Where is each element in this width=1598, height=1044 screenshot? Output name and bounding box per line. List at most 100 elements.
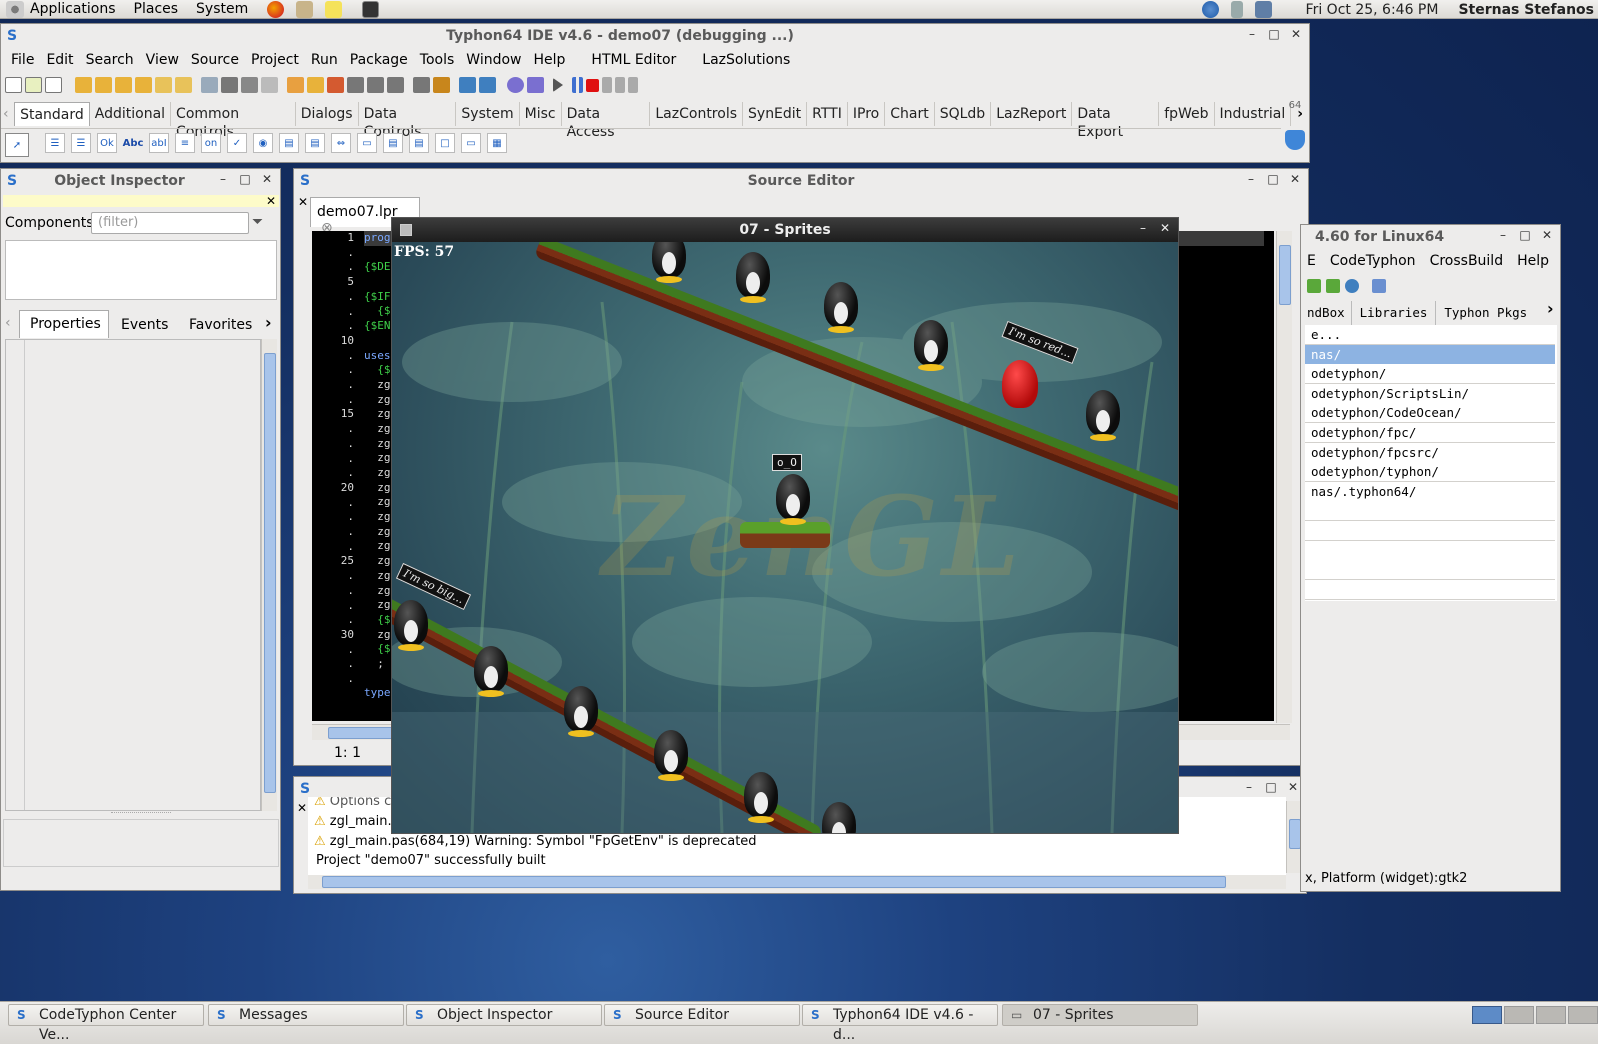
sprites-canvas[interactable]: ZenGL I'm so red... I'm so big... o_O FP… xyxy=(392,242,1178,833)
close-icon[interactable]: ✕ xyxy=(1288,172,1302,186)
maximize-icon[interactable]: □ xyxy=(1264,780,1278,794)
maximize-icon[interactable]: □ xyxy=(1267,27,1281,41)
tscrollbar-icon[interactable]: ⇔ xyxy=(331,133,351,153)
ctc-tabs-right-icon[interactable]: › xyxy=(1547,299,1554,318)
minimize-icon[interactable]: – xyxy=(1245,27,1259,41)
menu-package[interactable]: Package xyxy=(344,52,414,68)
workspace-1[interactable] xyxy=(1472,1006,1502,1024)
save-icon[interactable] xyxy=(221,77,238,93)
tradiogroup-icon[interactable]: ▤ xyxy=(383,133,403,153)
ttogglebox-icon[interactable]: on xyxy=(201,133,221,153)
message-line[interactable]: ⚠ zgl_main.pas(684,19) Warning: Symbol "… xyxy=(314,834,757,849)
palette-tab-ipro[interactable]: IPro xyxy=(848,102,886,126)
workspace-4[interactable] xyxy=(1568,1006,1598,1024)
units-icon[interactable] xyxy=(347,77,364,93)
tab-events[interactable]: Events xyxy=(113,317,176,333)
tlabel-icon[interactable]: Abc xyxy=(123,133,144,153)
tcombobox-icon[interactable]: ▤ xyxy=(305,133,325,153)
firefox-icon[interactable] xyxy=(267,0,285,18)
task-messages[interactable]: S Messages xyxy=(208,1004,404,1026)
download-arrow-icon[interactable] xyxy=(1285,130,1305,150)
typhon-tray-icon[interactable] xyxy=(1201,1,1219,18)
tmemo-icon[interactable]: ≡ xyxy=(175,133,195,153)
path-list-item[interactable] xyxy=(1305,579,1555,600)
menu-project[interactable]: Project xyxy=(245,52,305,68)
terminal-icon[interactable] xyxy=(362,0,380,18)
path-list-item[interactable]: odetyphon/typhon/ xyxy=(1305,462,1555,483)
close-page-icon[interactable]: ✕ xyxy=(298,195,308,209)
selection-pointer-icon[interactable]: ➚ xyxy=(5,133,29,157)
property-grid[interactable] xyxy=(5,339,261,811)
path-list-item[interactable]: nas/ xyxy=(1305,344,1555,365)
menu-tools[interactable]: Tools xyxy=(414,52,461,68)
step-into-icon[interactable] xyxy=(602,77,612,93)
path-list-item[interactable]: e... xyxy=(1305,325,1555,345)
forms-icon[interactable] xyxy=(367,77,384,93)
message-line[interactable]: Project "demo07" successfully built xyxy=(316,853,546,868)
volume-icon[interactable] xyxy=(1230,1,1243,18)
path-list-item[interactable]: odetyphon/fpcsrc/ xyxy=(1305,442,1555,463)
compile-icon[interactable] xyxy=(327,77,344,93)
attach-icon[interactable] xyxy=(527,77,544,93)
sprites-titlebar[interactable]: 07 - Sprites – ✕ xyxy=(392,218,1178,242)
tgroupbox-icon[interactable]: ▭ xyxy=(357,133,377,153)
workspace-switcher[interactable] xyxy=(1472,1006,1598,1024)
palette-tab-system[interactable]: System xyxy=(456,102,520,126)
path-list-item[interactable]: odetyphon/fpc/ xyxy=(1305,423,1555,443)
refresh-icon[interactable] xyxy=(1345,279,1359,293)
path-list-item[interactable] xyxy=(1305,540,1555,561)
inspector-tabs-right-icon[interactable]: › xyxy=(265,313,272,332)
workspace-3[interactable] xyxy=(1536,1006,1566,1024)
tlistbox-icon[interactable]: ▤ xyxy=(279,133,299,153)
user-name[interactable]: Sternas Stefanos xyxy=(1458,2,1594,18)
palette-tab-sqldb[interactable]: SQLdb xyxy=(935,102,992,126)
palette-tab-fpweb[interactable]: fpWeb xyxy=(1159,102,1215,126)
close-icon[interactable]: ✕ xyxy=(1158,221,1172,235)
menu-file[interactable]: File xyxy=(1,52,40,68)
clock[interactable]: Fri Oct 25, 6:46 PM xyxy=(1306,2,1439,18)
new-unit-icon[interactable] xyxy=(45,77,62,93)
palette-tab-misc[interactable]: Misc xyxy=(520,102,562,126)
path-list-item[interactable]: nas/.typhon64/ xyxy=(1305,481,1555,502)
add-icon[interactable] xyxy=(155,77,172,93)
messages-hscroll[interactable] xyxy=(308,875,1286,889)
tpanel-icon[interactable]: □ xyxy=(435,133,455,153)
palette-tab-data-export[interactable]: Data Export xyxy=(1072,102,1160,140)
task-source-editor[interactable]: S Source Editor xyxy=(604,1004,800,1026)
remove-icon[interactable] xyxy=(175,77,192,93)
editor-vscroll-thumb[interactable] xyxy=(1279,245,1291,305)
close-icon[interactable]: ✕ xyxy=(1540,228,1554,242)
gear-icon[interactable] xyxy=(507,77,524,93)
task-sprites[interactable]: ▭ 07 - Sprites xyxy=(1002,1004,1198,1026)
save-all-icon[interactable] xyxy=(241,77,258,93)
path-list-item[interactable] xyxy=(1305,560,1555,581)
debug-icon[interactable] xyxy=(413,77,430,93)
inspector-tabs-left-icon[interactable]: ‹ xyxy=(5,315,11,331)
open-recent-icon[interactable] xyxy=(95,77,112,93)
components-tree[interactable] xyxy=(5,240,277,300)
new-file-icon[interactable] xyxy=(5,77,22,93)
palette-tab-data-access[interactable]: Data Access xyxy=(562,102,651,140)
green-build-icon[interactable] xyxy=(1326,279,1340,293)
menu-edit[interactable]: Edit xyxy=(40,52,79,68)
tedit-icon[interactable]: abI xyxy=(149,133,169,153)
palette-tab-additional[interactable]: Additional xyxy=(90,102,172,126)
ctc-titlebar[interactable]: 4.60 for Linux64 – □ ✕ xyxy=(1301,225,1560,249)
run-icon[interactable] xyxy=(553,78,563,92)
minimize-icon[interactable]: – xyxy=(216,172,230,186)
build-icon[interactable] xyxy=(307,77,324,93)
typhon-icon[interactable] xyxy=(1372,279,1386,293)
object-inspector-titlebar[interactable]: S Object Inspector – □ ✕ xyxy=(1,169,280,193)
close-icon[interactable]: ✕ xyxy=(266,194,276,208)
tab-typhon-pkgs[interactable]: Typhon Pkgs xyxy=(1436,301,1535,325)
path-list-item[interactable]: odetyphon/CodeOcean/ xyxy=(1305,403,1555,424)
palette-tab-lazreport[interactable]: LazReport xyxy=(991,102,1073,126)
menu-applications[interactable]: Applications xyxy=(30,0,125,18)
messages-hscroll-thumb[interactable] xyxy=(322,876,1226,888)
view-units-icon[interactable] xyxy=(201,77,218,93)
tactionlist-icon[interactable]: ▦ xyxy=(487,133,507,153)
menu-crossbuild[interactable]: CrossBuild xyxy=(1430,253,1504,269)
menu-view[interactable]: View xyxy=(140,52,185,68)
step-over-icon[interactable] xyxy=(615,77,625,93)
menu-e[interactable]: E xyxy=(1307,253,1316,269)
